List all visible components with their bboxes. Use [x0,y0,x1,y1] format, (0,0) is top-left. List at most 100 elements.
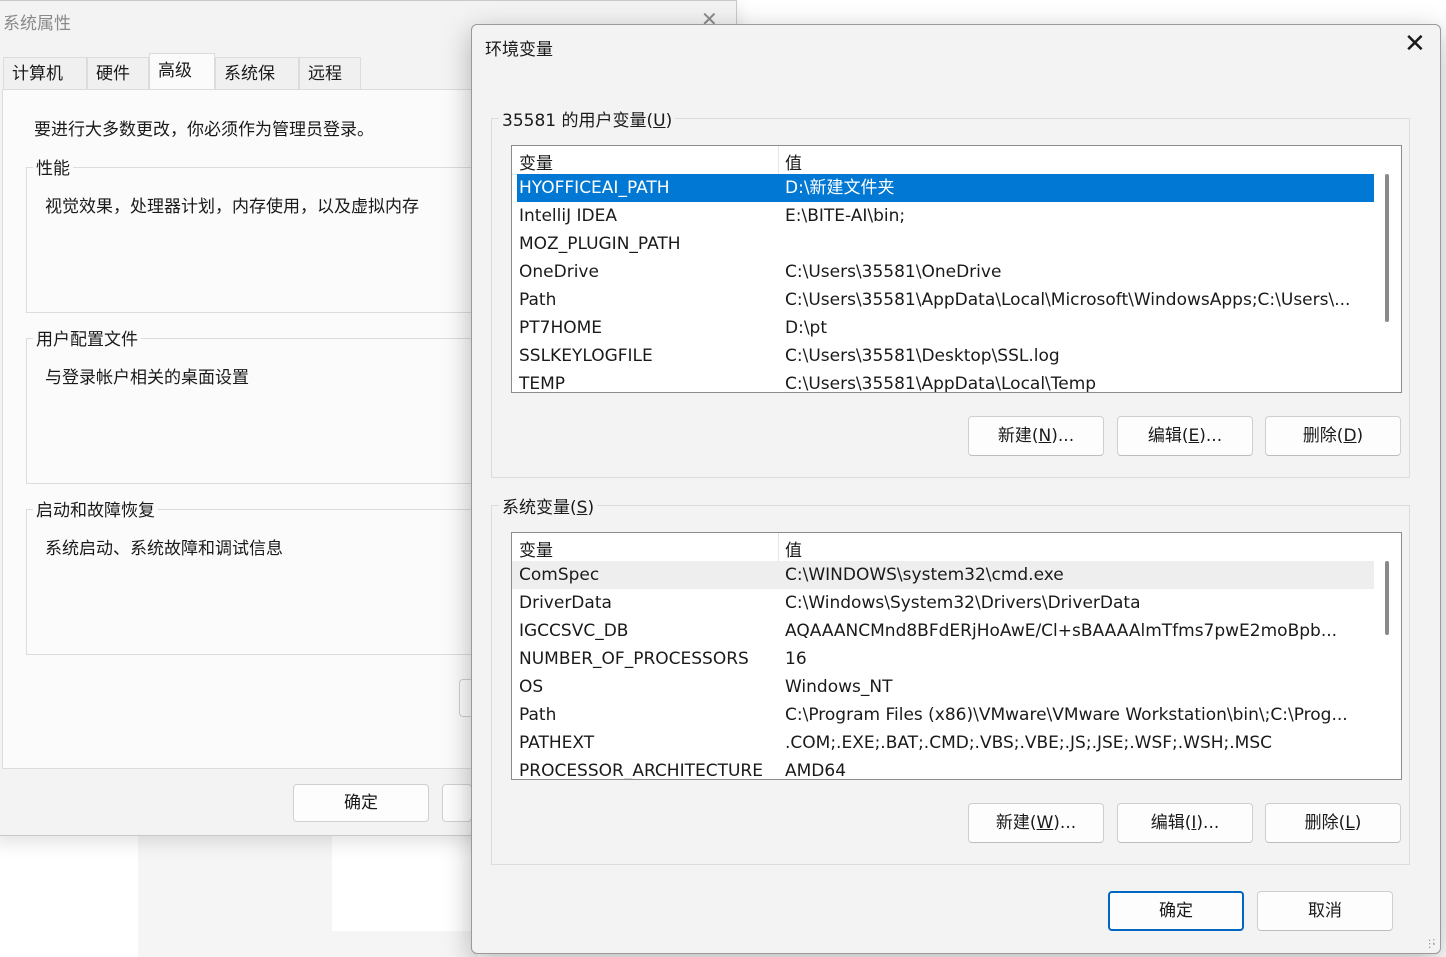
table-row[interactable]: ComSpec C:\WINDOWS\system32\cmd.exe [512,561,1374,589]
button-accesskey: D [1343,426,1357,446]
background-panel-inner [332,836,474,931]
user-new-button[interactable]: 新建(N)... [968,416,1104,456]
tab-system-protection[interactable]: 系统保护 [215,57,299,116]
list-header: 变量 值 [512,146,1374,175]
system-variables-label: 系统变量(S) [499,493,598,518]
table-row[interactable]: Path C:\Users\35581\AppData\Local\Microso… [512,286,1374,314]
tab-hardware[interactable]: 硬件 [87,57,149,89]
variable-name: Path [519,705,557,725]
table-row[interactable]: SSLKEYLOGFILE C:\Users\35581\Desktop\SSL.… [512,342,1374,370]
table-row[interactable]: HYOFFICEAI_PATH D:\新建文件夹 [517,174,1374,202]
variable-value: D:\新建文件夹 [785,178,895,198]
variable-name: DriverData [519,593,612,613]
group-legend: 用户配置文件 [33,325,141,350]
table-row[interactable]: OS Windows_NT [512,673,1374,701]
vertical-scrollbar[interactable] [1373,533,1401,779]
vertical-scrollbar[interactable] [1373,146,1401,392]
variable-name: NUMBER_OF_PROCESSORS [519,649,749,669]
button-text: 新建( [997,426,1039,446]
scrollbar-thumb[interactable] [1385,561,1389,635]
button-text: 删除( [1302,426,1344,446]
legend-text-end: ) [587,498,595,518]
variable-name: PT7HOME [519,318,603,338]
system-delete-button[interactable]: 删除(L) [1265,803,1401,843]
cancel-button[interactable]: 取消 [1257,891,1393,931]
system-new-button[interactable]: 新建(W)... [968,803,1104,843]
button-accesskey: E [1188,426,1200,446]
button-text-end: )... [1051,426,1075,446]
column-header-variable[interactable]: 变量 [519,149,553,174]
user-edit-button[interactable]: 编辑(E)... [1117,416,1253,456]
variable-name: PROCESSOR_ARCHITECTURE [519,761,763,780]
variable-name: TEMP [519,374,566,393]
tab-remote[interactable]: 远程 [299,57,361,89]
dialog-title: 环境变量 [485,40,553,60]
button-text-end: ) [1356,426,1364,446]
system-variable-rows: ComSpec C:\WINDOWS\system32\cmd.exe Driver… [512,561,1374,780]
user-delete-button[interactable]: 删除(D) [1265,416,1401,456]
variable-name: PATHEXT [519,733,595,753]
resize-grip-icon[interactable]: ·::· [1428,937,1437,951]
table-row[interactable]: PATHEXT .COM;.EXE;.BAT;.CMD;.VBS;.VBE;.JS… [512,729,1374,757]
legend-text-end: ) [665,111,673,131]
group-legend: 性能 [33,154,73,179]
variable-value: C:\WINDOWS\system32\cmd.exe [785,565,1064,585]
variable-value: AMD64 [785,761,847,780]
cancel-button-partial[interactable] [442,784,472,822]
table-row[interactable]: OneDrive C:\Users\35581\OneDrive [512,258,1374,286]
ok-button[interactable]: 确定 [1108,891,1244,931]
system-variables-section: 系统变量(S) 变量 值 ComSpec C:\WINDOWS\system32\… [491,493,1410,865]
ok-button[interactable]: 确定 [293,784,429,822]
table-row[interactable]: IntelliJ IDEA E:\BITE-AI\bin; [512,202,1374,230]
list-header: 变量 值 [512,533,1374,562]
table-row[interactable]: PROCESSOR_ARCHITECTURE AMD64 [512,757,1374,780]
table-row[interactable]: PT7HOME D:\pt [512,314,1374,342]
system-edit-button[interactable]: 编辑(I)... [1117,803,1253,843]
variable-name: IGCCSVC_DB [519,621,629,641]
column-header-variable[interactable]: 变量 [519,536,553,561]
column-divider[interactable] [778,146,779,174]
variable-value: C:\Users\35581\AppData\Local\Microsoft\W… [785,290,1351,310]
column-divider[interactable] [778,533,779,561]
variable-value: C:\Users\35581\Desktop\SSL.log [785,346,1060,366]
variable-name: Path [519,290,557,310]
button-text: 新建( [995,813,1037,833]
table-row[interactable]: Path C:\Program Files (x86)\VMware\VMware… [512,701,1374,729]
button-accesskey: W [1036,813,1054,833]
user-variables-list[interactable]: 变量 值 HYOFFICEAI_PATH D:\新建文件夹 IntelliJ IDE… [511,145,1402,393]
tab-advanced[interactable]: 高级 [149,53,215,90]
column-header-value[interactable]: 值 [785,536,802,561]
variable-name: ComSpec [519,565,600,585]
table-row[interactable]: NUMBER_OF_PROCESSORS 16 [512,645,1374,673]
close-icon[interactable]: ✕ [1404,29,1426,59]
button-text-end: ) [1354,813,1362,833]
table-row[interactable]: IGCCSVC_DB AQAAANCMnd8BFdERjHoAwE/Cl+sBAA… [512,617,1374,645]
user-variable-rows: HYOFFICEAI_PATH D:\新建文件夹 IntelliJ IDEA E:\B… [512,174,1374,393]
legend-accesskey: U [653,111,666,131]
tab-computer-name[interactable]: 计算机名 [3,57,87,116]
variable-value: 16 [785,649,807,669]
variable-value: AQAAANCMnd8BFdERjHoAwE/Cl+sBAAAAlmTfms7p… [785,621,1338,641]
system-variables-list[interactable]: 变量 值 ComSpec C:\WINDOWS\system32\cmd.exe D… [511,532,1402,780]
variable-value: E:\BITE-AI\bin; [785,206,906,226]
variable-name: HYOFFICEAI_PATH [519,178,670,198]
variable-value: D:\pt [785,318,828,338]
legend-text: 35581 的用户变量( [502,111,654,131]
environment-variables-dialog: 环境变量 ✕ 35581 的用户变量(U) 变量 值 HYOFFICEAI_PA… [471,24,1441,954]
button-accesskey: N [1038,426,1052,446]
table-row[interactable]: DriverData C:\Windows\System32\Drivers\Dr… [512,589,1374,617]
button-text-end: )... [1053,813,1077,833]
variable-name: OneDrive [519,262,599,282]
variable-name: SSLKEYLOGFILE [519,346,653,366]
group-description: 系统启动、系统故障和调试信息 [45,539,283,559]
button-text: 删除( [1304,813,1346,833]
table-row[interactable]: MOZ_PLUGIN_PATH [512,230,1374,258]
table-row[interactable]: TEMP C:\Users\35581\AppData\Local\Temp [512,370,1374,393]
variable-value: C:\Users\35581\OneDrive [785,262,1002,282]
scrollbar-thumb[interactable] [1385,174,1389,322]
column-header-value[interactable]: 值 [785,149,802,174]
variable-name: OS [519,677,544,697]
button-accesskey: L [1345,813,1355,833]
legend-accesskey: S [576,498,588,518]
button-text: 编辑( [1147,426,1189,446]
